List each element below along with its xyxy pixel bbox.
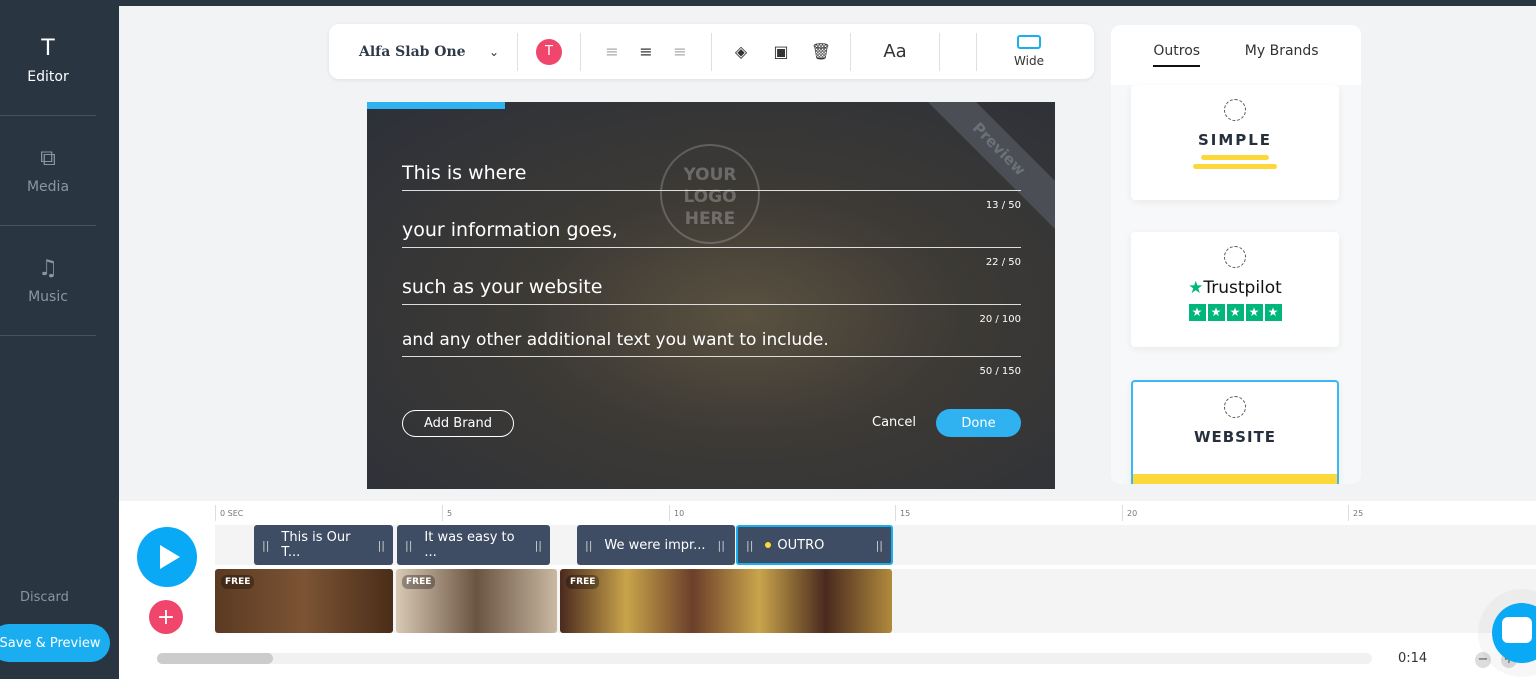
free-badge: FREE xyxy=(402,575,436,589)
card-title: Trustpilot xyxy=(1203,278,1282,298)
play-button[interactable] xyxy=(137,527,197,587)
sidebar-item-music[interactable]: ♫ Music xyxy=(0,226,96,336)
yellow-bar xyxy=(1133,474,1337,484)
media-track: FREE FREE FREE xyxy=(215,569,1536,633)
yellow-line xyxy=(1201,155,1269,160)
sidebar-item-label: Media xyxy=(26,179,70,195)
text-size-button[interactable]: Aa xyxy=(851,41,939,62)
top-strip xyxy=(0,0,1536,6)
text-field-2[interactable]: your information goes, xyxy=(402,219,1021,248)
logo-placeholder-icon xyxy=(1224,99,1246,121)
sidebar: T Editor ⧉ Media ♫ Music Discard Save & Pre… xyxy=(0,6,119,679)
text-color-button[interactable]: T xyxy=(536,38,562,65)
chat-icon xyxy=(1502,617,1532,643)
outro-panel: Outros My Brands SIMPLE ★Trustpilot ★ ★ ★ ★… xyxy=(1111,25,1361,484)
fill-bucket-icon[interactable]: ◈ xyxy=(724,42,758,61)
sidebar-item-label: Music xyxy=(28,289,68,305)
outro-clip[interactable]: || OUTRO || xyxy=(736,525,893,565)
tick: 20 xyxy=(1122,505,1137,521)
text-clip[interactable]: || This is Our T... || xyxy=(254,525,393,565)
tick: 15 xyxy=(895,505,910,521)
free-badge: FREE xyxy=(221,575,255,589)
free-badge: FREE xyxy=(566,575,600,589)
scrollbar-thumb[interactable] xyxy=(157,653,273,664)
text-icon: T xyxy=(41,36,55,61)
char-count: 50 / 150 xyxy=(979,366,1021,377)
divider xyxy=(939,32,940,71)
text-clip[interactable]: || We were impr... || xyxy=(577,525,735,565)
clip-label: It was easy to ... xyxy=(424,530,515,560)
zoom-out-button[interactable]: − xyxy=(1475,652,1491,668)
status-dot xyxy=(765,542,772,548)
sidebar-item-label: Editor xyxy=(27,69,69,85)
text-clip[interactable]: || It was easy to ... || xyxy=(397,525,550,565)
rating-stars: ★ ★ ★ ★ ★ xyxy=(1131,304,1339,321)
outro-card-trustpilot[interactable]: ★Trustpilot ★ ★ ★ ★ ★ xyxy=(1131,232,1339,347)
sidebar-item-media[interactable]: ⧉ Media xyxy=(0,116,96,226)
media-clip[interactable]: FREE xyxy=(396,569,557,633)
tab-my-brands[interactable]: My Brands xyxy=(1245,43,1319,85)
layout-label: Wide xyxy=(1014,54,1044,68)
align-right-icon[interactable]: ≡ xyxy=(663,42,697,61)
media-icon: ⧉ xyxy=(40,146,56,171)
trustpilot-star-icon: ★ xyxy=(1188,278,1204,298)
clip-label: OUTRO xyxy=(777,537,825,553)
text-field-3[interactable]: such as your website xyxy=(402,276,1021,305)
add-scene-button[interactable]: + xyxy=(149,600,183,634)
time-ruler: 0 SEC 5 10 15 20 25 xyxy=(215,505,1536,521)
logo-placeholder-icon xyxy=(1224,396,1246,418)
clip-label: We were impr... xyxy=(604,537,706,553)
align-left-icon[interactable]: ≡ xyxy=(595,42,629,61)
sidebar-item-editor[interactable]: T Editor xyxy=(0,6,96,116)
text-field-1[interactable]: This is where xyxy=(402,162,1021,191)
char-count: 22 / 50 xyxy=(985,257,1021,268)
timeline: 0 SEC 5 10 15 20 25 + || This is Our T...… xyxy=(119,501,1536,679)
play-icon xyxy=(160,545,180,569)
preview-canvas: Preview YOUR LOGO HERE This is where 13 … xyxy=(367,102,1055,489)
wide-icon xyxy=(1017,35,1041,49)
char-count: 13 / 50 xyxy=(985,200,1021,211)
align-center-icon[interactable]: ≡ xyxy=(629,42,663,61)
outro-card-simple[interactable]: SIMPLE xyxy=(1131,85,1339,200)
trash-icon[interactable]: 🗑 xyxy=(804,42,838,61)
tick: 5 xyxy=(442,505,452,521)
save-preview-button[interactable]: Save & Preview xyxy=(0,624,110,662)
tab-outros[interactable]: Outros xyxy=(1153,43,1201,67)
chevron-down-icon[interactable]: ⌄ xyxy=(489,45,517,59)
tick: 0 SEC xyxy=(215,505,243,521)
font-select[interactable]: Alfa Slab One xyxy=(329,44,489,60)
tick: 10 xyxy=(669,505,684,521)
layout-wide-button[interactable]: Wide xyxy=(977,35,1081,68)
tick: 25 xyxy=(1348,505,1363,521)
card-title: WEBSITE xyxy=(1193,428,1277,446)
char-count: 20 / 100 xyxy=(979,314,1021,325)
cancel-button[interactable]: Cancel xyxy=(872,415,916,430)
text-track: || This is Our T... || || It was easy to ..… xyxy=(215,525,1536,565)
text-field-4[interactable]: and any other additional text you want t… xyxy=(402,330,1021,357)
music-icon: ♫ xyxy=(38,256,58,281)
timeline-scrollbar[interactable] xyxy=(157,653,1372,664)
outro-card-website[interactable]: WEBSITE xyxy=(1131,380,1339,484)
discard-button[interactable]: Discard xyxy=(20,590,69,605)
media-clip[interactable]: FREE xyxy=(560,569,892,633)
image-icon[interactable]: ▣ xyxy=(764,42,798,61)
toolbar: Alfa Slab One ⌄ T ≡ ≡ ≡ ◈ ▣ 🗑 Aa Wide xyxy=(329,24,1094,79)
duration: 0:14 xyxy=(1398,651,1428,666)
card-title: SIMPLE xyxy=(1197,131,1273,149)
logo-placeholder-icon xyxy=(1224,246,1246,268)
yellow-line xyxy=(1193,164,1277,169)
add-brand-button[interactable]: Add Brand xyxy=(402,410,514,437)
divider xyxy=(517,32,518,71)
done-button[interactable]: Done xyxy=(936,409,1021,437)
media-clip[interactable]: FREE xyxy=(215,569,393,633)
clip-label: This is Our T... xyxy=(281,530,351,560)
preview-progress xyxy=(367,102,505,109)
